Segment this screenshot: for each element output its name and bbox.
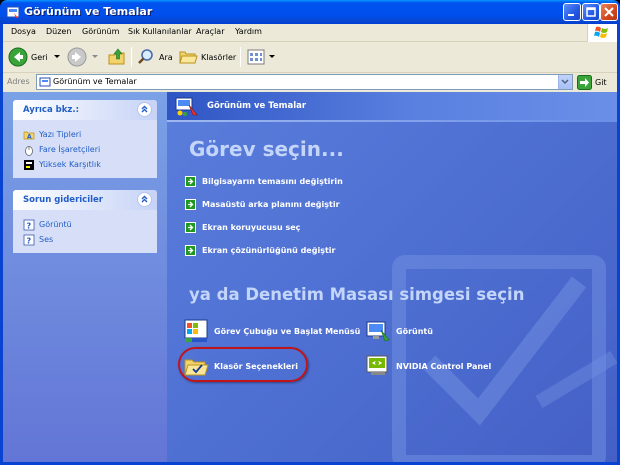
chevron-down-icon [561, 79, 569, 85]
mouse-icon [25, 145, 33, 156]
pick-task-heading: Görev seçin... [189, 137, 344, 161]
link-fonts[interactable]: A Yazı Tipleri [13, 127, 157, 142]
troubleshooters-panel: Sorun gidericiler ? Görüntü ? Ses [13, 190, 157, 253]
high-contrast-icon [24, 159, 34, 170]
toolbar-separator [131, 47, 132, 67]
task-change-theme[interactable]: Bilgisayarın temasını değiştirin [185, 174, 343, 188]
control-panel-icon [39, 77, 51, 87]
see-also-header[interactable]: Ayrıca bkz.: [13, 100, 157, 120]
explorer-window: Görünüm ve Temalar Dosya Düzen Görünüm S… [0, 0, 620, 465]
green-arrow-icon [185, 221, 196, 233]
taskbar-start-menu-icon [184, 319, 208, 342]
category-pane: Görünüm ve Temalar Görev seçin... Bilgis… [167, 92, 617, 462]
fonts-folder-icon: A [23, 131, 35, 140]
address-bar: Adres Görünüm ve Temalar Git [3, 73, 617, 92]
collapse-button[interactable] [137, 102, 152, 117]
address-label: Adres [7, 77, 30, 86]
title-bar[interactable]: Görünüm ve Temalar [0, 0, 620, 24]
window-title: Görünüm ve Temalar [24, 5, 153, 18]
folder-icon [179, 51, 198, 64]
chevron-down-icon [53, 55, 60, 58]
green-arrow-icon [185, 244, 196, 256]
task-change-background[interactable]: Masaüstü arka planını değiştir [185, 197, 340, 211]
back-button[interactable]: Geri [8, 46, 61, 68]
display-icon [366, 321, 390, 342]
views-icon [247, 49, 265, 65]
address-input[interactable]: Görünüm ve Temalar [36, 74, 573, 90]
forward-arrow-icon [67, 47, 87, 67]
back-arrow-icon [8, 47, 28, 67]
up-folder-button[interactable] [107, 46, 127, 68]
toolbar: Geri Ara Klasörler [3, 42, 617, 73]
minimize-button[interactable] [563, 3, 581, 21]
troubleshooters-body: ? Görüntü ? Ses [13, 210, 157, 253]
windows-logo [587, 24, 617, 42]
forward-button[interactable] [67, 46, 99, 68]
green-arrow-icon [185, 198, 196, 210]
double-chevron-up-icon [141, 195, 148, 203]
highlight-circle [178, 347, 308, 382]
help-icon: ? [23, 234, 35, 245]
address-dropdown-button[interactable] [558, 75, 572, 89]
double-chevron-up-icon [141, 105, 148, 113]
svg-text:?: ? [27, 236, 32, 245]
nvidia-icon [366, 355, 388, 375]
icon-display[interactable]: Görüntü [365, 315, 433, 347]
collapse-button[interactable] [137, 192, 152, 207]
minimize-icon [568, 14, 574, 16]
icon-taskbar-start-menu[interactable]: Görev Çubuğu ve Başlat Menüsü [183, 315, 360, 347]
task-pane: Ayrıca bkz.: A Yazı Tipleri Fare İşaretç… [3, 92, 167, 462]
link-high-contrast[interactable]: Yüksek Karşıtlık [13, 157, 157, 172]
content-area: Ayrıca bkz.: A Yazı Tipleri Fare İşaretç… [3, 92, 617, 462]
category-header: Görünüm ve Temalar [167, 92, 617, 120]
go-arrow-icon [577, 74, 592, 90]
maximize-button[interactable] [582, 3, 600, 21]
control-panel-icon [6, 6, 20, 18]
search-icon [138, 49, 153, 64]
go-button[interactable]: Git [577, 74, 607, 90]
menu-tools[interactable]: Araçlar [196, 27, 224, 36]
maximize-icon [586, 7, 596, 17]
green-arrow-icon [185, 175, 196, 187]
window-frame-left [0, 24, 3, 465]
menu-bar: Dosya Düzen Görünüm Sık Kullanılanlar Ar… [3, 24, 617, 42]
svg-text:A: A [27, 133, 32, 140]
folders-button[interactable]: Klasörler [178, 46, 236, 68]
see-also-panel: Ayrıca bkz.: A Yazı Tipleri Fare İşaretç… [13, 100, 157, 178]
link-display-troubleshooter[interactable]: ? Görüntü [13, 217, 157, 232]
task-choose-screensaver[interactable]: Ekran koruyucusu seç [185, 220, 300, 234]
menu-file[interactable]: Dosya [11, 27, 36, 36]
menu-edit[interactable]: Düzen [46, 27, 71, 36]
help-icon: ? [23, 219, 35, 230]
menu-view[interactable]: Görünüm [82, 27, 119, 36]
link-sound-troubleshooter[interactable]: ? Ses [13, 232, 157, 247]
chevron-down-icon [92, 55, 98, 58]
troubleshooters-header[interactable]: Sorun gidericiler [13, 190, 157, 210]
chevron-down-icon [269, 55, 275, 58]
views-button[interactable] [246, 46, 276, 68]
menu-help[interactable]: Yardım [235, 27, 262, 36]
up-folder-icon [108, 48, 125, 65]
windows-flag-icon [594, 26, 608, 38]
see-also-body: A Yazı Tipleri Fare İşaretçileri Yüksek … [13, 120, 157, 178]
close-button[interactable] [600, 3, 618, 21]
category-title: Görünüm ve Temalar [207, 101, 307, 111]
icon-nvidia-control-panel[interactable]: NVIDIA Control Panel [365, 350, 491, 382]
menu-favorites[interactable]: Sık Kullanılanlar [128, 27, 192, 36]
pick-icon-heading: ya da Denetim Masası simgesi seçin [189, 285, 525, 304]
search-button[interactable]: Ara [136, 46, 173, 68]
svg-text:?: ? [27, 221, 32, 230]
close-icon [604, 7, 614, 17]
task-change-resolution[interactable]: Ekran çözünürlüğünü değiştir [185, 243, 335, 257]
header-divider [167, 120, 617, 122]
link-mouse-pointers[interactable]: Fare İşaretçileri [13, 142, 157, 157]
toolbar-separator [240, 47, 241, 67]
appearance-themes-icon [175, 97, 198, 116]
